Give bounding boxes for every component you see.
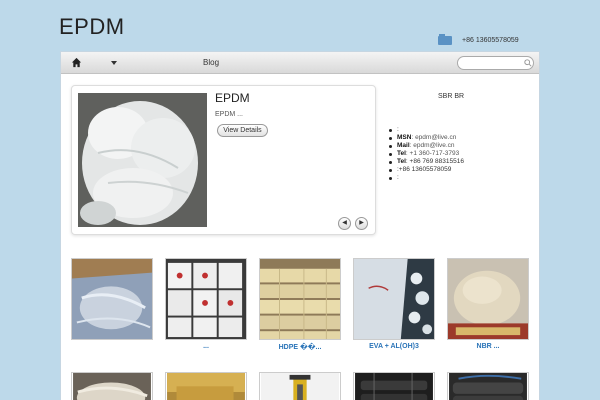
navbar: Blog xyxy=(61,52,539,74)
top-phone-number: +86 13605578059 xyxy=(462,37,519,44)
product-caption[interactable]: EVA + AL(OH)3 xyxy=(353,343,435,350)
product-card[interactable] xyxy=(259,372,341,400)
main-container: Blog EPDM EPDM ... View Details ◀ ▶ SBR … xyxy=(60,51,540,400)
product-card[interactable] xyxy=(353,372,435,400)
product-card[interactable]: ... xyxy=(165,258,247,350)
search-icon[interactable] xyxy=(524,59,532,67)
product-card[interactable]: NBR ... xyxy=(447,258,529,350)
view-details-button[interactable]: View Details xyxy=(217,124,268,137)
contact-item: : xyxy=(389,126,529,134)
product-caption[interactable]: NBR ... xyxy=(447,343,529,350)
product-image[interactable] xyxy=(259,372,341,400)
search-input[interactable] xyxy=(457,56,534,70)
phone-icon xyxy=(438,34,452,45)
contact-item-mail: Mail: epdm@live.cn xyxy=(389,142,529,150)
product-card[interactable] xyxy=(71,372,153,400)
site-title[interactable]: EPDM xyxy=(59,14,125,40)
nav-item-blog[interactable]: Blog xyxy=(203,58,219,67)
product-caption[interactable]: HDPE ��... xyxy=(259,343,341,351)
contact-item: : xyxy=(389,174,529,182)
slide-title: EPDM xyxy=(215,91,250,105)
product-card[interactable] xyxy=(165,372,247,400)
product-image[interactable] xyxy=(259,258,341,340)
product-image[interactable] xyxy=(165,372,247,400)
dropdown-caret-icon[interactable] xyxy=(111,61,117,65)
slide-prev-button[interactable]: ◀ xyxy=(338,217,351,230)
slide-image[interactable] xyxy=(78,93,207,227)
home-icon[interactable] xyxy=(71,57,82,68)
contact-item-tel-cn: Tel: +86 769 88315516 xyxy=(389,158,529,166)
product-image[interactable] xyxy=(71,372,153,400)
contact-item-msn: MSN: epdm@live.cn xyxy=(389,134,529,142)
slide-next-button[interactable]: ▶ xyxy=(355,217,368,230)
product-card[interactable]: EVA + AL(OH)3 xyxy=(353,258,435,350)
product-card[interactable] xyxy=(71,258,153,343)
featured-slider: EPDM EPDM ... View Details ◀ ▶ xyxy=(71,85,376,235)
product-image[interactable] xyxy=(447,258,529,340)
contact-item-mobile: :+86 13605578059 xyxy=(389,166,529,174)
product-card[interactable]: HDPE ��... xyxy=(259,258,341,351)
product-card[interactable] xyxy=(447,372,529,400)
contact-list: : MSN: epdm@live.cn Mail: epdm@live.cn T… xyxy=(389,126,529,182)
contact-item-tel-us: Tel: +1 360-717-3793 xyxy=(389,150,529,158)
product-image[interactable] xyxy=(165,258,247,340)
slide-description: EPDM ... xyxy=(215,111,244,118)
product-image[interactable] xyxy=(353,258,435,340)
product-image[interactable] xyxy=(353,372,435,400)
product-image[interactable] xyxy=(447,372,529,400)
product-image[interactable] xyxy=(71,258,153,340)
sidebar-heading: SBR BR xyxy=(438,93,465,100)
product-caption[interactable]: ... xyxy=(165,343,247,350)
